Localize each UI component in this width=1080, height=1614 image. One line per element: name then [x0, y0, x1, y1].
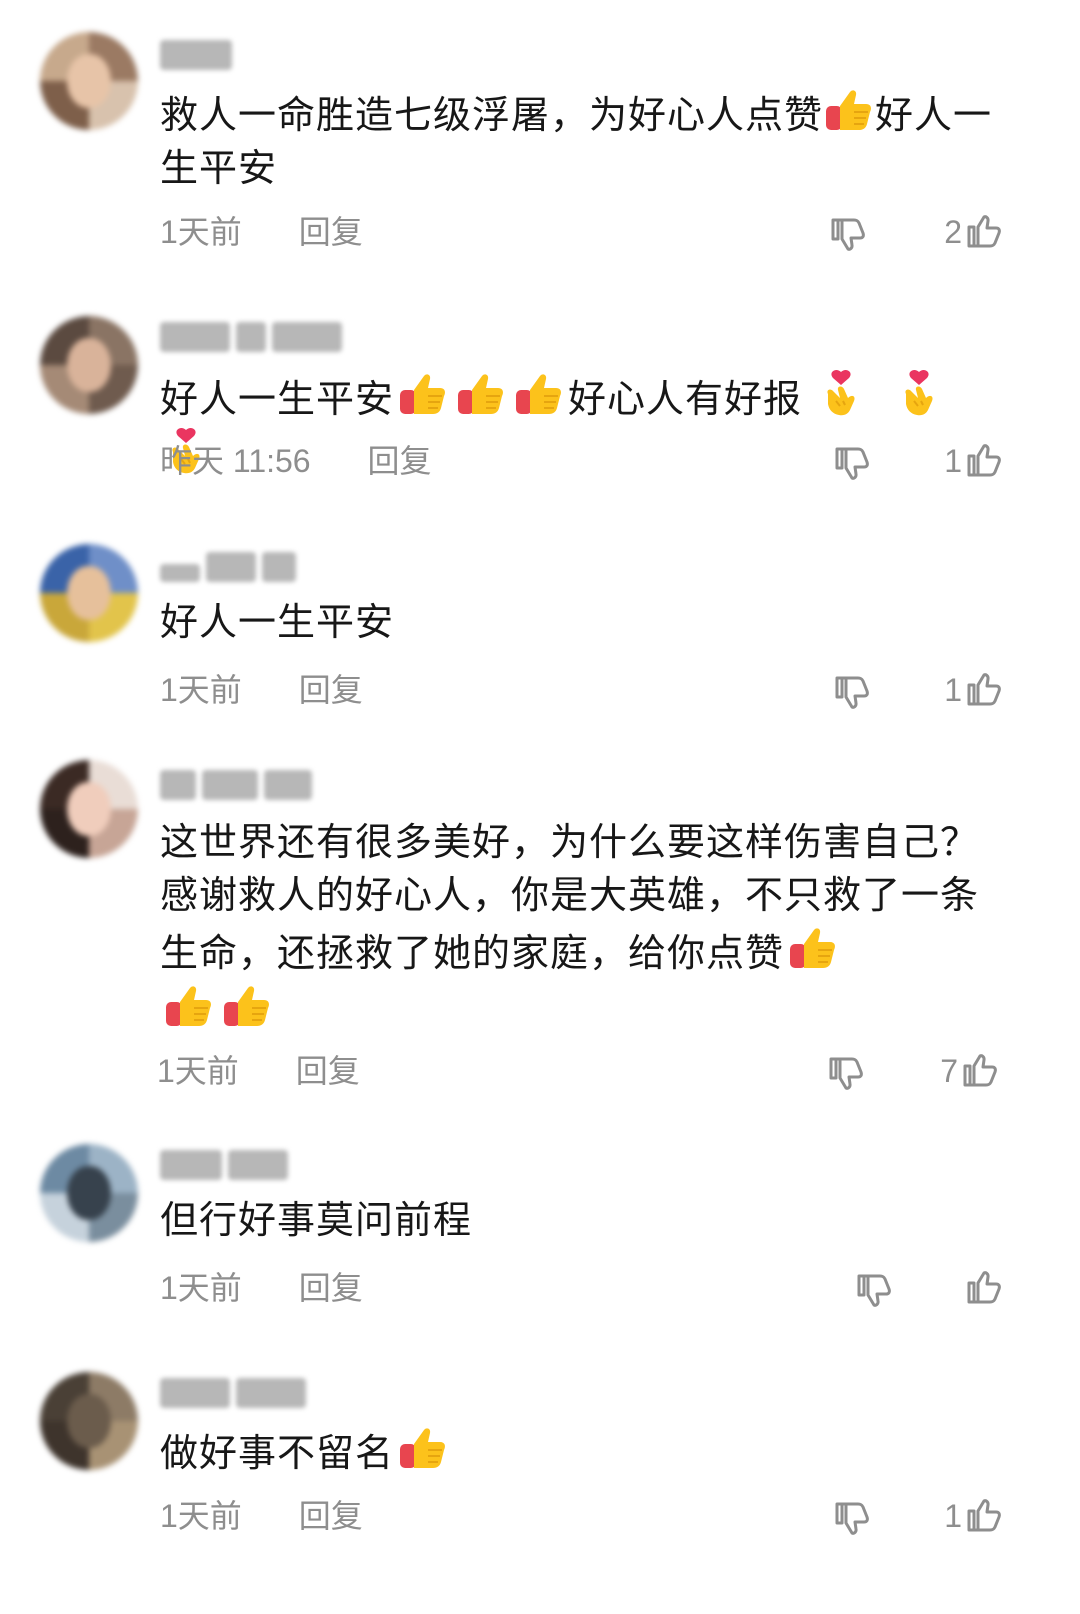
comment-text-segment: 做好事不留名: [160, 1431, 395, 1475]
comment-meta: 昨天 11:56 回复: [160, 441, 432, 481]
thumbs-up-icon[interactable]: [964, 441, 1004, 481]
comment-text: 救人一命胜造七级浮屠，为好心人点赞 好人一生平安: [160, 84, 1010, 195]
thumbs-down-icon[interactable]: [826, 1053, 866, 1093]
reply-button[interactable]: 回复: [299, 670, 363, 710]
thumbs-down-icon[interactable]: [828, 214, 868, 254]
reply-button[interactable]: 回复: [299, 212, 363, 252]
comment-text: 但行好事莫问前程: [160, 1194, 1010, 1247]
username-blurred[interactable]: [160, 40, 238, 74]
thumbs-up-emoji: [453, 368, 509, 418]
comment-text-segment: 好人一生平安: [160, 377, 395, 421]
comment-text: 这世界还有很多美好，为什么要这样伤害自己？感谢救人的好心人，你是大英雄，不只救了…: [160, 816, 990, 1038]
like-count: 1: [944, 1498, 962, 1534]
thumbs-down-icon[interactable]: [832, 672, 872, 712]
comment-time: 昨天 11:56: [160, 443, 311, 479]
comment-text: 做好事不留名: [160, 1422, 1010, 1480]
username-blurred[interactable]: [160, 322, 348, 356]
thumbs-up-emoji: [824, 84, 874, 134]
comment-time: 1天前: [160, 1498, 242, 1534]
thumbs-up-emoji: [395, 1422, 451, 1472]
comment-time: 1天前: [157, 1053, 239, 1089]
reply-button[interactable]: 回复: [296, 1051, 360, 1091]
thumbs-down-icon[interactable]: [854, 1270, 894, 1310]
comment-text: 好人一生平安: [160, 596, 1010, 649]
username-blurred[interactable]: [160, 1378, 312, 1412]
reply-button[interactable]: 回复: [368, 441, 432, 481]
comment-text-segment: 这世界还有很多美好，为什么要这样伤害自己？感谢救人的好心人，你是大英雄，不只救了…: [160, 820, 980, 975]
like-count: 7: [940, 1053, 958, 1089]
thumbs-up-icon[interactable]: [964, 212, 1004, 252]
avatar[interactable]: [40, 1372, 138, 1470]
thumbs-up-emoji: [395, 368, 451, 418]
username-blurred[interactable]: [160, 552, 302, 586]
like-count: 1: [944, 443, 962, 479]
avatar[interactable]: [40, 32, 138, 130]
comment-meta: 1天前 回复: [157, 1051, 360, 1091]
thumbs-up-icon[interactable]: [964, 670, 1004, 710]
comment-text-segment: 好人一生平安: [160, 600, 395, 644]
thumbs-up-icon[interactable]: [964, 1268, 1004, 1308]
thumbs-up-emoji: [785, 922, 841, 972]
comment-text-segment: 好心人有好报: [568, 377, 803, 421]
thumbs-down-icon[interactable]: [832, 443, 872, 483]
avatar[interactable]: [40, 316, 138, 414]
comment-meta: 1天前 回复: [160, 670, 363, 710]
thumbs-down-icon[interactable]: [832, 1498, 872, 1538]
like-count: 1: [944, 672, 962, 708]
like-count: 2: [944, 214, 962, 250]
comment-text-segment: 但行好事莫问前程: [160, 1198, 473, 1242]
comment-time: 1天前: [160, 214, 242, 250]
avatar[interactable]: [40, 760, 138, 858]
finger-heart-emoji: [894, 368, 944, 418]
comment-meta: 1天前 回复: [160, 212, 363, 252]
thumbs-up-icon[interactable]: [960, 1051, 1000, 1091]
username-blurred[interactable]: [160, 1150, 294, 1184]
username-blurred[interactable]: [160, 770, 318, 804]
reply-button[interactable]: 回复: [299, 1268, 363, 1308]
comment-meta: 1天前 回复: [160, 1268, 363, 1308]
comment-time: 1天前: [160, 1270, 242, 1306]
comment-meta: 1天前 回复: [160, 1496, 363, 1536]
finger-heart-emoji: [816, 368, 866, 418]
avatar[interactable]: [40, 544, 138, 642]
comment-time: 1天前: [160, 672, 242, 708]
reply-button[interactable]: 回复: [299, 1496, 363, 1536]
thumbs-up-emoji: [219, 980, 275, 1030]
thumbs-up-emoji: [161, 980, 217, 1030]
comment-text-segment: 救人一命胜造七级浮屠，为好心人点赞: [160, 93, 824, 137]
thumbs-up-emoji: [511, 368, 567, 418]
thumbs-up-icon[interactable]: [964, 1496, 1004, 1536]
avatar[interactable]: [40, 1144, 138, 1242]
